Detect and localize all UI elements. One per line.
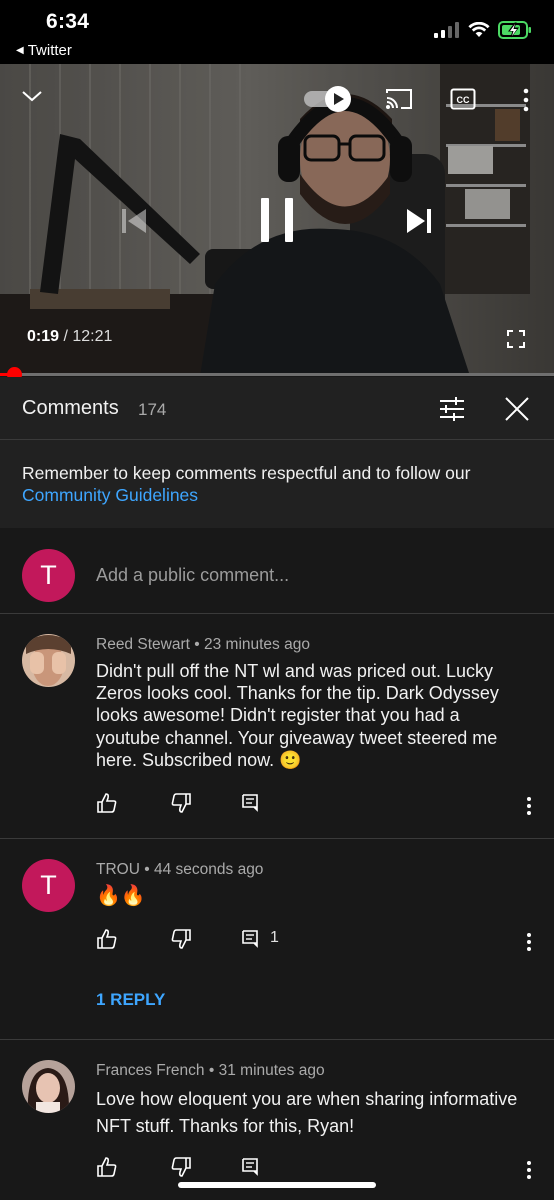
reply-button[interactable] — [240, 1156, 270, 1176]
thumbs-up-icon — [97, 793, 117, 813]
signal-icon — [434, 22, 459, 38]
comment-actions: 1 — [0, 928, 554, 958]
reply-comment-icon — [242, 794, 258, 812]
like-button[interactable] — [96, 1156, 118, 1178]
comment-author[interactable]: Frances French — [96, 1062, 205, 1079]
comment-time: 31 minutes ago — [218, 1062, 325, 1079]
comment-more-icon[interactable] — [525, 796, 533, 816]
comment-actions — [0, 792, 554, 822]
comments-count: 174 — [138, 400, 167, 419]
comment-author[interactable]: Reed Stewart — [96, 636, 190, 653]
comment-item: Frances French • 31 minutes ago Love how… — [0, 1040, 554, 1200]
comment-text: Didn't pull off the NT wl and was priced… — [96, 661, 499, 770]
add-comment-input[interactable]: Add a public comment... — [96, 565, 289, 586]
video-progress-bar[interactable] — [0, 367, 554, 382]
comment-meta: TROU • 44 seconds ago — [96, 861, 264, 878]
thumbs-up-icon — [97, 929, 117, 949]
more-icon[interactable] — [522, 88, 530, 112]
comments-header: Comments 174 — [0, 377, 554, 440]
thumbs-down-icon — [171, 929, 191, 949]
avatar[interactable] — [22, 1060, 75, 1113]
back-triangle-icon: ◀ — [16, 45, 24, 56]
comment-item: Reed Stewart • 23 minutes ago Didn't pul… — [0, 614, 554, 839]
wifi-icon — [468, 22, 490, 37]
user-avatar: T — [22, 549, 75, 602]
status-time: 6:34 — [46, 10, 90, 33]
duration: 12:21 — [72, 328, 113, 345]
fullscreen-icon[interactable] — [507, 330, 525, 348]
avatar[interactable]: T — [22, 859, 75, 912]
community-guidelines-notice: Remember to keep comments respectful and… — [0, 440, 554, 528]
comment-text: 🔥🔥 — [96, 885, 146, 907]
reply-count: 1 — [270, 929, 279, 946]
back-app-label: Twitter — [27, 42, 72, 59]
comment-time: 44 seconds ago — [153, 861, 264, 878]
community-guidelines-link[interactable]: Community Guidelines — [22, 484, 532, 506]
captions-icon[interactable]: CC — [450, 88, 476, 110]
comments-title: Comments — [22, 397, 119, 419]
comment-item: T TROU • 44 seconds ago 🔥🔥 1 1 REPLY — [0, 839, 554, 1040]
back-to-app-link[interactable]: ◀ Twitter — [16, 42, 72, 59]
avatar[interactable] — [22, 634, 75, 687]
current-time: 0:19 — [27, 328, 60, 345]
thumbs-up-icon — [97, 1157, 117, 1177]
comment-meta: Frances French • 31 minutes ago — [96, 1062, 325, 1079]
status-icons — [434, 21, 532, 39]
cast-icon[interactable] — [385, 87, 413, 111]
dislike-button[interactable] — [170, 1156, 192, 1178]
status-bar: 6:34 ◀ Twitter — [0, 0, 554, 64]
svg-text:CC: CC — [457, 95, 470, 105]
dislike-button[interactable] — [170, 928, 192, 950]
comment-text: Love how eloquent you are when sharing i… — [96, 1089, 518, 1136]
thumbs-down-icon — [171, 793, 191, 813]
reply-comment-icon — [242, 1158, 258, 1176]
reply-comment-icon — [242, 930, 258, 948]
battery-charging-icon — [498, 21, 531, 39]
video-time: 0:19 / 12:21 — [27, 328, 113, 345]
comment-meta: Reed Stewart • 23 minutes ago — [96, 636, 310, 653]
autoplay-toggle-icon[interactable] — [302, 84, 354, 114]
pause-icon[interactable] — [258, 196, 296, 244]
comment-more-icon[interactable] — [525, 932, 533, 952]
next-icon[interactable] — [405, 207, 433, 235]
reply-button[interactable] — [240, 792, 270, 812]
like-button[interactable] — [96, 928, 118, 950]
comment-author[interactable]: TROU — [96, 861, 140, 878]
comment-time: 23 minutes ago — [203, 636, 310, 653]
home-indicator[interactable] — [178, 1182, 376, 1188]
like-button[interactable] — [96, 792, 118, 814]
view-replies-link[interactable]: 1 REPLY — [96, 990, 165, 1010]
reply-button[interactable]: 1 — [240, 928, 279, 948]
thumbs-down-icon — [171, 1157, 191, 1177]
collapse-chevron-icon[interactable] — [20, 88, 44, 104]
video-player[interactable]: CC 0:19 / 12:21 — [0, 64, 554, 376]
previous-icon[interactable] — [120, 207, 148, 235]
dislike-button[interactable] — [170, 792, 192, 814]
close-icon[interactable] — [504, 396, 530, 422]
sort-filter-icon[interactable] — [438, 397, 466, 421]
comment-more-icon[interactable] — [525, 1160, 533, 1180]
guidelines-text: Remember to keep comments respectful and… — [22, 463, 471, 483]
add-comment-row[interactable]: T Add a public comment... — [0, 536, 554, 614]
